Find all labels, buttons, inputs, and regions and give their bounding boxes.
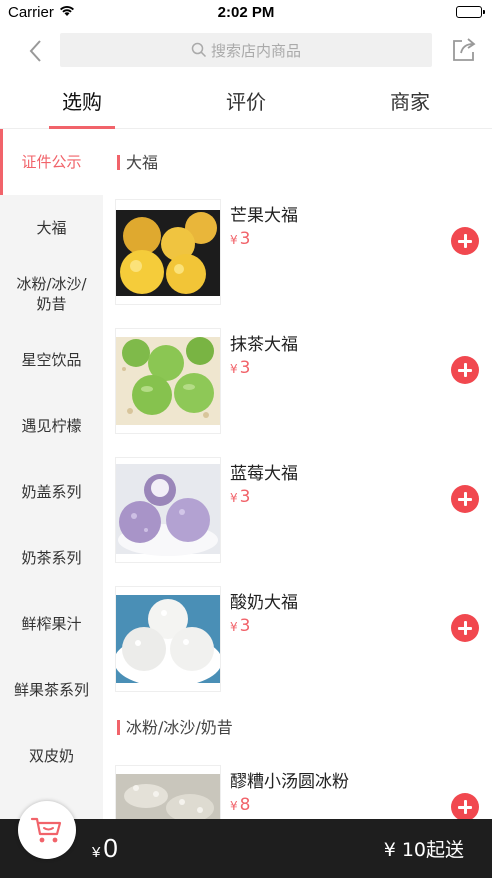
tab-bar: 选购 评价 商家: [0, 78, 492, 129]
add-to-cart-button[interactable]: [451, 485, 479, 513]
battery-icon: [456, 6, 485, 18]
min-order-label[interactable]: ¥ 10起送: [384, 835, 464, 862]
product-image-rice-wine-ice-jelly: [115, 765, 221, 819]
product-item[interactable]: 蓝莓大福 ¥3: [115, 457, 485, 565]
product-image-mango-daifuku: [115, 199, 221, 305]
product-price: ¥3: [230, 487, 251, 507]
category-license[interactable]: 证件公示: [0, 129, 103, 195]
product-item[interactable]: 醪糟小汤圆冰粉 ¥8: [115, 765, 485, 819]
category-fresh-juice[interactable]: 鲜榨果汁: [0, 591, 103, 657]
product-name: 蓝莓大福: [230, 464, 298, 484]
section-header: 冰粉/冰沙/奶昔: [117, 716, 233, 740]
category-fruit-tea[interactable]: 鲜果茶系列: [0, 657, 103, 723]
product-image-matcha-daifuku: [115, 328, 221, 434]
section-title: 冰粉/冰沙/奶昔: [126, 718, 233, 737]
product-name: 醪糟小汤圆冰粉: [230, 772, 349, 792]
tab-shop[interactable]: 选购: [0, 78, 164, 129]
product-price: ¥3: [230, 229, 251, 249]
category-sidebar: 证件公示 大福 冰粉/冰沙/奶昔 星空饮品 遇见柠檬 奶盖系列 奶茶系列 鲜榨果…: [0, 129, 103, 819]
category-ice-jelly[interactable]: 冰粉/冰沙/奶昔: [0, 261, 103, 327]
tab-reviews[interactable]: 评价: [164, 78, 328, 128]
category-lemon[interactable]: 遇见柠檬: [0, 393, 103, 459]
section-header: 大福: [117, 151, 158, 175]
chevron-left-icon: [29, 40, 41, 62]
product-list: 大福 芒果大福 ¥3 抹茶大福 ¥ 3 蓝莓大福 ¥ 3 酸奶大福 ¥ 3 冰粉…: [103, 129, 492, 819]
section-title: 大福: [126, 153, 159, 172]
product-image-blueberry-daifuku: [115, 457, 221, 563]
search-placeholder: 搜索店内商品: [210, 41, 301, 60]
nav-bar: 搜索店内商品: [0, 30, 492, 72]
back-button[interactable]: [22, 36, 50, 66]
category-cheese-foam[interactable]: 奶盖系列: [0, 459, 103, 525]
product-name: 酸奶大福: [230, 593, 298, 613]
cart-bar: ¥0 ¥ 10起送: [0, 801, 492, 878]
category-starry-drinks[interactable]: 星空饮品: [0, 327, 103, 393]
category-milk-tea[interactable]: 奶茶系列: [0, 525, 103, 591]
add-to-cart-button[interactable]: [451, 227, 479, 255]
tab-merchant[interactable]: 商家: [328, 78, 492, 128]
status-bar: Carrier 2:02 PM: [0, 0, 492, 26]
add-to-cart-button[interactable]: [451, 356, 479, 384]
category-milk-pudding[interactable]: 双皮奶: [0, 723, 103, 789]
category-daifuku[interactable]: 大福: [0, 195, 103, 261]
cart-button[interactable]: [18, 801, 76, 859]
product-price: ¥3: [230, 616, 251, 636]
cart-total: ¥0: [92, 833, 118, 863]
clock: 2:02 PM: [217, 4, 275, 21]
product-item[interactable]: 抹茶大福 ¥3: [115, 328, 485, 436]
search-icon: [191, 42, 207, 58]
product-price: ¥3: [230, 358, 251, 378]
search-input[interactable]: 搜索店内商品: [60, 33, 432, 67]
product-name: 抹茶大福: [230, 335, 298, 355]
add-to-cart-button[interactable]: [451, 793, 479, 819]
share-icon: [453, 38, 476, 61]
share-button[interactable]: [450, 36, 478, 64]
product-item[interactable]: 芒果大福 ¥3: [115, 199, 485, 307]
product-price: ¥8: [230, 795, 251, 815]
product-item[interactable]: 酸奶大福 ¥3: [115, 586, 485, 694]
product-name: 芒果大福: [230, 206, 298, 226]
shopping-cart-icon: [30, 817, 62, 843]
add-to-cart-button[interactable]: [451, 614, 479, 642]
product-image-yogurt-daifuku: [115, 586, 221, 692]
